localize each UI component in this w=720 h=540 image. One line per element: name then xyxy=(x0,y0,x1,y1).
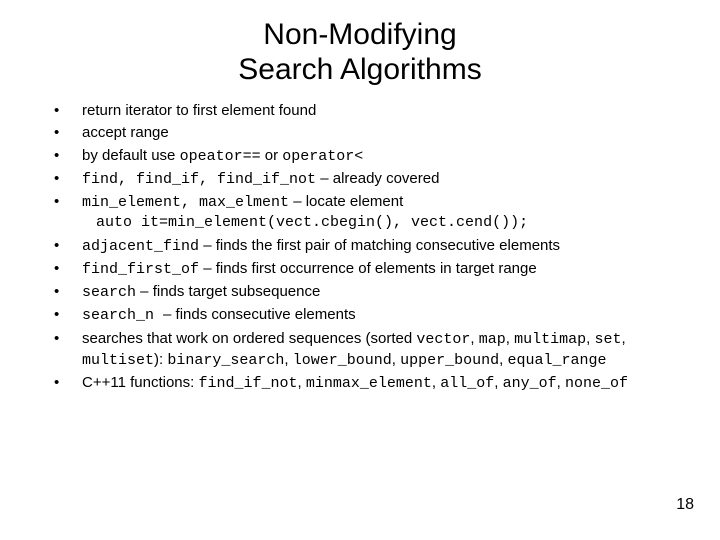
text: – locate element xyxy=(289,193,403,210)
list-item: find, find_if, find_if_not – already cov… xyxy=(48,169,672,190)
code: find_first_of xyxy=(82,261,199,278)
page-number: 18 xyxy=(676,496,694,514)
slide-title: Non-Modifying Search Algorithms xyxy=(0,0,720,87)
code: all_of xyxy=(440,375,494,392)
code-subline: auto it=min_element(vect.cbegin(), vect.… xyxy=(82,213,672,233)
text: – finds first occurrence of elements in … xyxy=(199,260,537,277)
code: none_of xyxy=(565,375,628,392)
code: set xyxy=(594,331,621,348)
list-item: find_first_of – finds first occurrence o… xyxy=(48,259,672,280)
bullet-list: return iterator to first element found a… xyxy=(48,101,672,394)
text: , xyxy=(298,374,306,391)
text: C++11 functions: xyxy=(82,374,198,391)
code: search xyxy=(82,284,136,301)
code: lower_bound xyxy=(293,352,392,369)
code: equal_range xyxy=(507,352,606,369)
text: , xyxy=(557,374,565,391)
code: multiset xyxy=(82,352,154,369)
text: , xyxy=(506,330,514,347)
code: operator< xyxy=(282,148,363,165)
text: by default use xyxy=(82,147,180,164)
code: find, find_if, find_if_not xyxy=(82,171,316,188)
code: vector xyxy=(416,331,470,348)
text: , xyxy=(432,374,440,391)
text: accept range xyxy=(82,124,169,141)
list-item: C++11 functions: find_if_not, minmax_ele… xyxy=(48,373,672,394)
text: , xyxy=(392,351,400,368)
text: – finds consecutive elements xyxy=(163,306,356,323)
list-item: return iterator to first element found xyxy=(48,101,672,121)
list-item: searches that work on ordered sequences … xyxy=(48,329,672,372)
text: – already covered xyxy=(316,170,439,187)
code: multimap xyxy=(514,331,586,348)
slide: Non-Modifying Search Algorithms return i… xyxy=(0,0,720,540)
list-item: search_n – finds consecutive elements xyxy=(48,305,672,326)
text: , xyxy=(621,330,625,347)
text: or xyxy=(261,147,283,164)
text: – finds target subsequence xyxy=(136,283,320,300)
text: – finds the first pair of matching conse… xyxy=(199,237,560,254)
slide-body: return iterator to first element found a… xyxy=(0,87,720,394)
code: upper_bound xyxy=(400,352,499,369)
list-item: min_element, max_elment – locate element… xyxy=(48,192,672,234)
text: return iterator to first element found xyxy=(82,102,316,119)
text: , xyxy=(284,351,292,368)
code: any_of xyxy=(503,375,557,392)
list-item: by default use opeator== or operator< xyxy=(48,146,672,167)
code: opeator== xyxy=(180,148,261,165)
text: searches that work on ordered sequences … xyxy=(82,330,416,347)
text: ): xyxy=(154,351,167,368)
title-line-2: Search Algorithms xyxy=(238,53,481,86)
text: , xyxy=(494,374,502,391)
list-item: adjacent_find – finds the first pair of … xyxy=(48,236,672,257)
code: find_if_not xyxy=(198,375,297,392)
code: adjacent_find xyxy=(82,238,199,255)
title-line-1: Non-Modifying xyxy=(263,18,456,51)
code: binary_search xyxy=(167,352,284,369)
code: map xyxy=(479,331,506,348)
code: min_element, max_elment xyxy=(82,194,289,211)
code: search_n xyxy=(82,307,163,324)
list-item: accept range xyxy=(48,123,672,143)
code: minmax_element xyxy=(306,375,432,392)
text: , xyxy=(470,330,478,347)
list-item: search – finds target subsequence xyxy=(48,282,672,303)
